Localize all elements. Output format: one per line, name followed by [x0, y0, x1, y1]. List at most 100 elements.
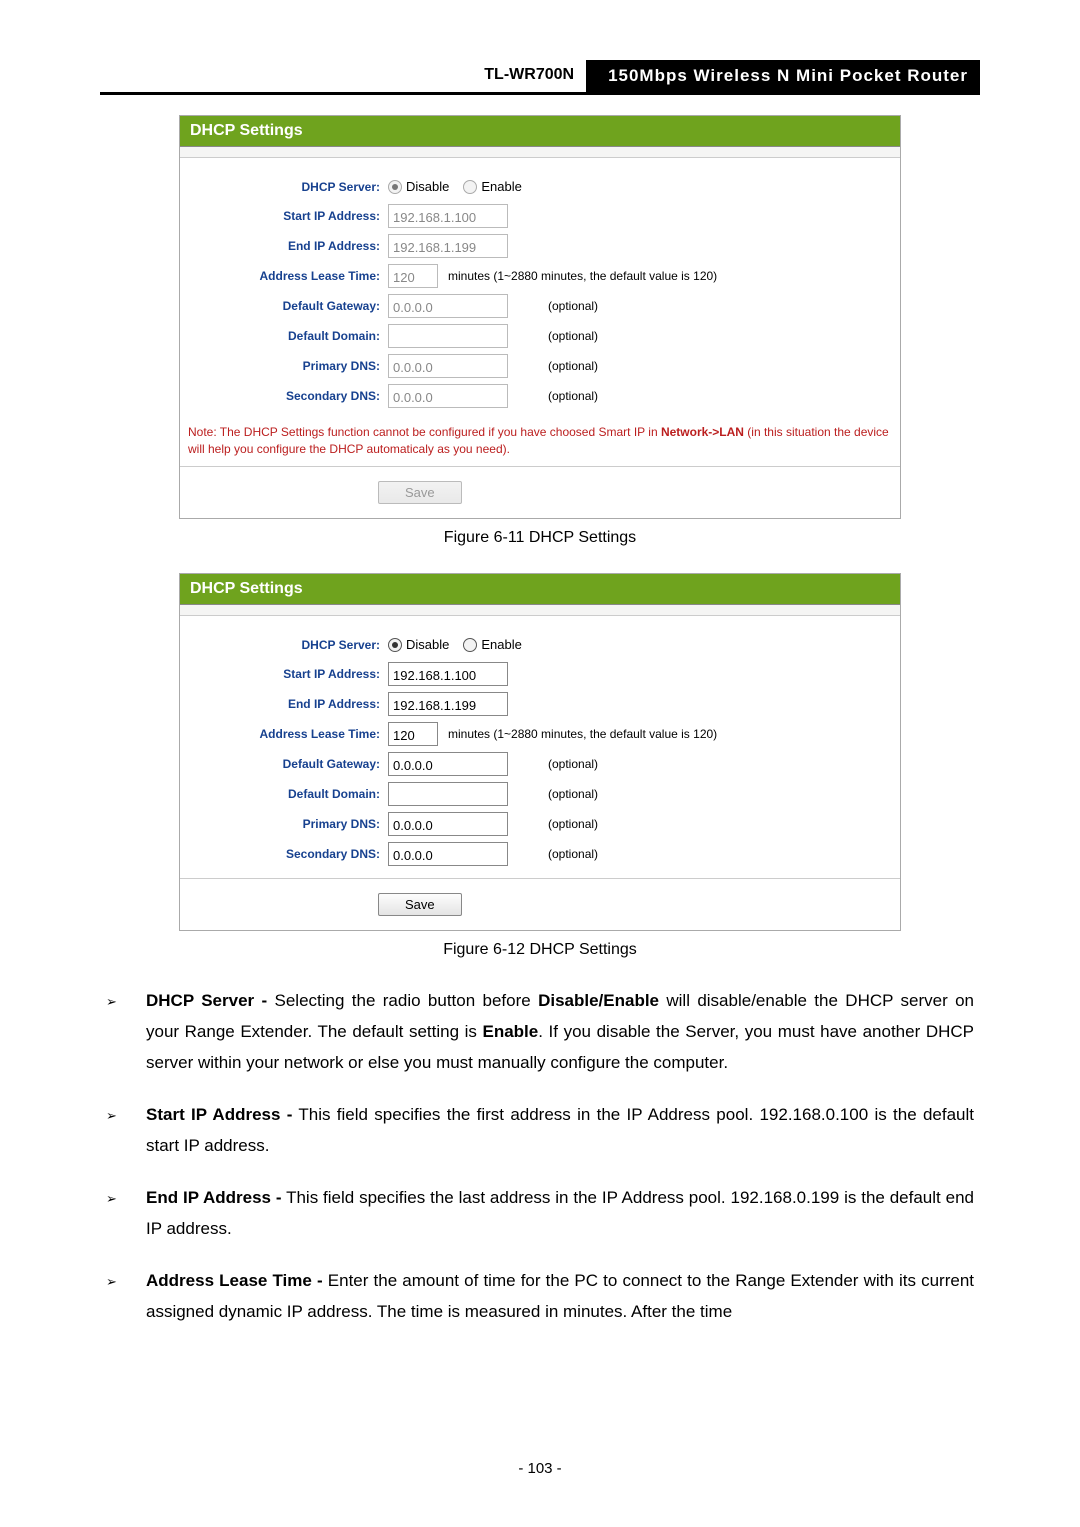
note-text-b: Network->LAN: [661, 425, 744, 439]
radio-icon: [388, 638, 402, 652]
desc-head: Start IP Address -: [146, 1105, 292, 1124]
input-domain[interactable]: [388, 782, 508, 806]
hint-optional: (optional): [548, 355, 598, 377]
input-primary-dns[interactable]: 0.0.0.0: [388, 812, 508, 836]
hint-lease: minutes (1~2880 minutes, the default val…: [448, 265, 717, 287]
save-button[interactable]: Save: [378, 481, 462, 504]
save-button[interactable]: Save: [378, 893, 462, 916]
hint-optional: (optional): [548, 325, 598, 347]
radio-enable-option[interactable]: Enable: [463, 634, 521, 656]
input-gateway[interactable]: 0.0.0.0: [388, 294, 508, 318]
input-lease[interactable]: 120: [388, 722, 438, 746]
note-text-a: Note: The DHCP Settings function cannot …: [188, 425, 661, 439]
label-lease: Address Lease Time:: [190, 265, 388, 287]
dhcp-settings-panel-disabled: DHCP Settings DHCP Server: Disable Enabl…: [179, 115, 901, 519]
input-start-ip[interactable]: 192.168.1.100: [388, 204, 508, 228]
panel-title: DHCP Settings: [180, 574, 900, 605]
desc-item-start-ip: ➢ Start IP Address - This field specifie…: [106, 1099, 974, 1162]
row-gateway: Default Gateway: 0.0.0.0 (optional): [190, 294, 890, 318]
desc-bold: Enable: [483, 1022, 539, 1041]
input-secondary-dns[interactable]: 0.0.0.0: [388, 842, 508, 866]
radio-disable-option[interactable]: Disable: [388, 176, 449, 198]
desc-item-dhcp-server: ➢ DHCP Server - Selecting the radio butt…: [106, 985, 974, 1079]
input-start-ip[interactable]: 192.168.1.100: [388, 662, 508, 686]
radio-enable-option[interactable]: Enable: [463, 176, 521, 198]
row-primary-dns: Primary DNS: 0.0.0.0 (optional): [190, 354, 890, 378]
panel-subbar: [180, 605, 900, 616]
input-end-ip[interactable]: 192.168.1.199: [388, 234, 508, 258]
page: TL-WR700N 150Mbps Wireless N Mini Pocket…: [0, 0, 1080, 1527]
bullet-icon: ➢: [106, 1182, 146, 1211]
row-gateway: Default Gateway: 0.0.0.0 (optional): [190, 752, 890, 776]
desc-text: Start IP Address - This field specifies …: [146, 1099, 974, 1162]
desc-text: DHCP Server - Selecting the radio button…: [146, 985, 974, 1079]
label-domain: Default Domain:: [190, 783, 388, 805]
dhcp-settings-panel-enabled: DHCP Settings DHCP Server: Disable Enabl…: [179, 573, 901, 931]
radio-disable-label: Disable: [406, 176, 449, 198]
product-title: 150Mbps Wireless N Mini Pocket Router: [596, 60, 980, 92]
label-gateway: Default Gateway:: [190, 753, 388, 775]
row-domain: Default Domain: (optional): [190, 324, 890, 348]
desc-text: Address Lease Time - Enter the amount of…: [146, 1265, 974, 1328]
label-gateway: Default Gateway:: [190, 295, 388, 317]
desc-frag: Selecting the radio button before: [267, 991, 538, 1010]
desc-text: End IP Address - This field specifies th…: [146, 1182, 974, 1245]
radio-disable-option[interactable]: Disable: [388, 634, 449, 656]
label-primary-dns: Primary DNS:: [190, 355, 388, 377]
hint-optional: (optional): [548, 813, 598, 835]
figure-caption-611: Figure 6-11 DHCP Settings: [100, 529, 980, 547]
panel-footer: Save: [180, 466, 900, 518]
row-dhcp-server: DHCP Server: Disable Enable: [190, 634, 890, 656]
desc-item-lease-time: ➢ Address Lease Time - Enter the amount …: [106, 1265, 974, 1328]
label-end-ip: End IP Address:: [190, 235, 388, 257]
row-start-ip: Start IP Address: 192.168.1.100: [190, 662, 890, 686]
panel-body: DHCP Server: Disable Enable Start IP Add…: [180, 158, 900, 420]
smart-ip-note: Note: The DHCP Settings function cannot …: [180, 420, 900, 466]
hint-optional: (optional): [548, 753, 598, 775]
label-secondary-dns: Secondary DNS:: [190, 843, 388, 865]
label-end-ip: End IP Address:: [190, 693, 388, 715]
page-number: - 103 -: [0, 1460, 1080, 1477]
hint-optional: (optional): [548, 843, 598, 865]
document-header: TL-WR700N 150Mbps Wireless N Mini Pocket…: [100, 60, 980, 95]
label-primary-dns: Primary DNS:: [190, 813, 388, 835]
label-secondary-dns: Secondary DNS:: [190, 385, 388, 407]
hint-optional: (optional): [548, 385, 598, 407]
panel-body: DHCP Server: Disable Enable Start IP Add…: [180, 616, 900, 878]
figure-caption-612: Figure 6-12 DHCP Settings: [100, 941, 980, 959]
panel-title: DHCP Settings: [180, 116, 900, 147]
label-lease: Address Lease Time:: [190, 723, 388, 745]
input-end-ip[interactable]: 192.168.1.199: [388, 692, 508, 716]
hint-optional: (optional): [548, 295, 598, 317]
desc-head: DHCP Server -: [146, 991, 267, 1010]
radio-icon: [388, 180, 402, 194]
desc-item-end-ip: ➢ End IP Address - This field specifies …: [106, 1182, 974, 1245]
input-secondary-dns[interactable]: 0.0.0.0: [388, 384, 508, 408]
model-number: TL-WR700N: [472, 60, 596, 92]
input-domain[interactable]: [388, 324, 508, 348]
desc-bold: Disable/Enable: [538, 991, 659, 1010]
label-domain: Default Domain:: [190, 325, 388, 347]
radio-disable-label: Disable: [406, 634, 449, 656]
row-end-ip: End IP Address: 192.168.1.199: [190, 692, 890, 716]
label-dhcp-server: DHCP Server:: [190, 634, 388, 656]
input-gateway[interactable]: 0.0.0.0: [388, 752, 508, 776]
bullet-icon: ➢: [106, 985, 146, 1014]
row-dhcp-server: DHCP Server: Disable Enable: [190, 176, 890, 198]
panel-subbar: [180, 147, 900, 158]
label-start-ip: Start IP Address:: [190, 205, 388, 227]
row-secondary-dns: Secondary DNS: 0.0.0.0 (optional): [190, 384, 890, 408]
description-list: ➢ DHCP Server - Selecting the radio butt…: [100, 985, 980, 1328]
input-primary-dns[interactable]: 0.0.0.0: [388, 354, 508, 378]
panel-footer: Save: [180, 878, 900, 930]
bullet-icon: ➢: [106, 1265, 146, 1294]
row-lease: Address Lease Time: 120 minutes (1~2880 …: [190, 722, 890, 746]
hint-optional: (optional): [548, 783, 598, 805]
hint-lease: minutes (1~2880 minutes, the default val…: [448, 723, 717, 745]
radio-enable-label: Enable: [481, 176, 521, 198]
radio-icon: [463, 638, 477, 652]
row-secondary-dns: Secondary DNS: 0.0.0.0 (optional): [190, 842, 890, 866]
row-lease: Address Lease Time: 120 minutes (1~2880 …: [190, 264, 890, 288]
input-lease[interactable]: 120: [388, 264, 438, 288]
label-dhcp-server: DHCP Server:: [190, 176, 388, 198]
